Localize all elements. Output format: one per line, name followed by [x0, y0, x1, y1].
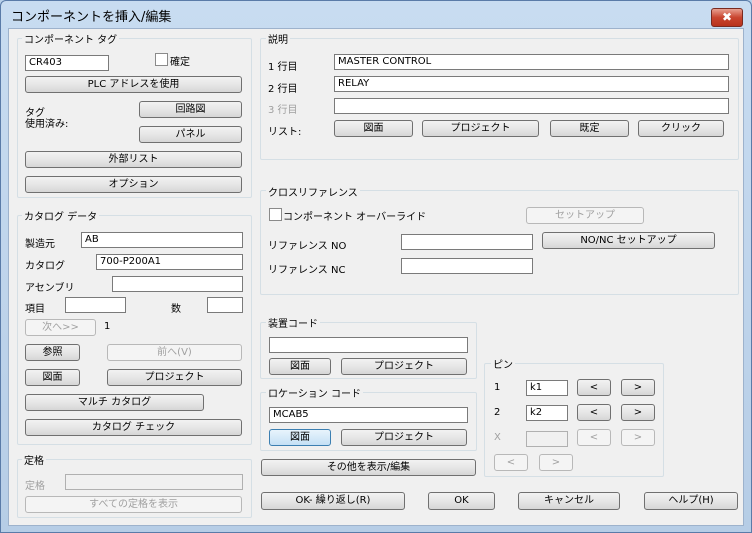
- list-label: リスト:: [268, 127, 302, 138]
- window-title: コンポーネントを挿入/編集: [11, 10, 172, 25]
- title-bar[interactable]: コンポーネントを挿入/編集 ✖: [1, 1, 751, 27]
- catalog-count: 1: [104, 321, 111, 332]
- quantity-label: 数: [171, 304, 181, 315]
- pin2-next-button[interactable]: >: [621, 404, 655, 421]
- cross-reference-group-label: クロスリファレンス: [266, 184, 360, 199]
- previous-button[interactable]: 前へ(V): [107, 344, 242, 361]
- options-button[interactable]: オプション: [25, 176, 242, 193]
- pins-group-label: ピン: [491, 356, 515, 371]
- location-code-input[interactable]: MCAB5: [269, 407, 468, 423]
- pinx-prev-button[interactable]: <: [577, 429, 611, 446]
- quantity-input[interactable]: [207, 297, 243, 313]
- rating-group-label: 定格: [22, 452, 46, 467]
- override-label: コンポーネント オーバーライド: [283, 212, 427, 223]
- pinx-input[interactable]: [526, 431, 568, 447]
- installation-code-input[interactable]: [269, 337, 468, 353]
- pin1-input[interactable]: k1: [526, 380, 568, 396]
- cancel-button[interactable]: キャンセル: [518, 492, 620, 510]
- line3-label: 3 行目: [268, 105, 298, 116]
- catalog-check-button[interactable]: カタログ チェック: [25, 419, 242, 436]
- desc-project-button[interactable]: プロジェクト: [422, 120, 539, 137]
- desc-drawing-button[interactable]: 図面: [334, 120, 413, 137]
- tag-used-label: タグ 使用済み:: [25, 108, 69, 130]
- close-button[interactable]: ✖: [711, 8, 743, 27]
- pinx-label: X: [494, 432, 501, 443]
- assembly-label: アセンブリ: [25, 283, 75, 294]
- next-button[interactable]: 次へ>>: [25, 319, 96, 336]
- catalog-input[interactable]: 700-P200A1: [96, 254, 243, 270]
- rating-label: 定格: [25, 481, 45, 492]
- setup-button[interactable]: セットアップ: [526, 207, 644, 224]
- desc-default-button[interactable]: 既定: [550, 120, 629, 137]
- line1-label: 1 行目: [268, 62, 298, 73]
- pins-prev-button[interactable]: <: [494, 454, 528, 471]
- reference-nc-input[interactable]: [401, 258, 533, 274]
- manufacturer-label: 製造元: [25, 239, 55, 250]
- installation-code-group-label: 装置コード: [266, 315, 320, 330]
- line2-label: 2 行目: [268, 84, 298, 95]
- catalog-project-button[interactable]: プロジェクト: [107, 369, 242, 386]
- multi-catalog-button[interactable]: マルチ カタログ: [25, 394, 204, 411]
- fixed-checkbox[interactable]: [155, 53, 168, 66]
- catalog-label: カタログ: [25, 261, 65, 272]
- line2-input[interactable]: RELAY: [334, 76, 729, 92]
- pin2-label: 2: [494, 407, 501, 418]
- installation-drawing-button[interactable]: 図面: [269, 358, 331, 375]
- item-input[interactable]: [65, 297, 126, 313]
- rating-input[interactable]: [65, 474, 243, 490]
- component-tag-group-label: コンポーネント タグ: [22, 31, 120, 46]
- show-edit-others-button[interactable]: その他を表示/編集: [261, 459, 476, 476]
- reference-no-label: リファレンス NO: [268, 241, 347, 252]
- line3-input[interactable]: [334, 98, 729, 114]
- reference-no-input[interactable]: [401, 234, 533, 250]
- installation-project-button[interactable]: プロジェクト: [341, 358, 467, 375]
- location-code-group-label: ロケーション コード: [266, 385, 363, 400]
- pins-next-button[interactable]: >: [539, 454, 573, 471]
- pin1-prev-button[interactable]: <: [577, 379, 611, 396]
- schematic-button[interactable]: 回路図: [139, 101, 242, 118]
- external-list-button[interactable]: 外部リスト: [25, 151, 242, 168]
- reference-nc-label: リファレンス NC: [268, 265, 346, 276]
- show-all-ratings-button[interactable]: すべての定格を表示: [25, 496, 242, 513]
- override-checkbox[interactable]: [269, 208, 282, 221]
- location-project-button[interactable]: プロジェクト: [341, 429, 467, 446]
- catalog-data-group-label: カタログ データ: [22, 208, 100, 223]
- location-drawing-button[interactable]: 図面: [269, 429, 331, 446]
- line1-input[interactable]: MASTER CONTROL: [334, 54, 729, 70]
- help-button[interactable]: ヘルプ(H): [644, 492, 738, 510]
- item-label: 項目: [25, 304, 45, 315]
- pin2-prev-button[interactable]: <: [577, 404, 611, 421]
- tag-input[interactable]: CR403: [25, 55, 109, 71]
- assembly-input[interactable]: [112, 276, 243, 292]
- description-group-label: 説明: [266, 31, 290, 46]
- catalog-drawing-button[interactable]: 図面: [25, 369, 80, 386]
- nonc-setup-button[interactable]: NO/NC セットアップ: [542, 232, 715, 249]
- ok-button[interactable]: OK: [428, 492, 495, 510]
- desc-click-button[interactable]: クリック: [638, 120, 724, 137]
- use-plc-address-button[interactable]: PLC アドレスを使用: [25, 76, 242, 93]
- pin1-next-button[interactable]: >: [621, 379, 655, 396]
- ok-repeat-button[interactable]: OK- 繰り返し(R): [261, 492, 405, 510]
- lookup-button[interactable]: 参照: [25, 344, 80, 361]
- pinx-next-button[interactable]: >: [621, 429, 655, 446]
- pin2-input[interactable]: k2: [526, 405, 568, 421]
- manufacturer-input[interactable]: AB: [81, 232, 243, 248]
- fixed-label: 確定: [170, 57, 190, 68]
- pin1-label: 1: [494, 382, 501, 393]
- panel-button[interactable]: パネル: [139, 126, 242, 143]
